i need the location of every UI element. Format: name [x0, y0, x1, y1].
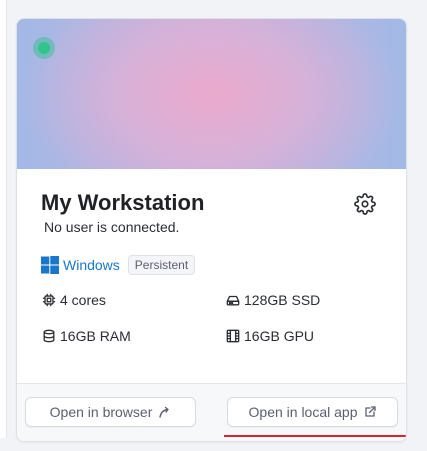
highlight-underline: [224, 435, 406, 437]
arrow-up-right-icon: [159, 406, 170, 418]
spec-ram-label: 16GB RAM: [60, 328, 131, 344]
card-actions-footer: Open in browser Open in local app: [17, 383, 406, 441]
hard-drive-icon: [226, 295, 240, 306]
open-in-browser-label: Open in browser: [49, 404, 153, 420]
open-in-browser-button[interactable]: Open in browser: [25, 397, 196, 427]
os-name-label: Windows: [63, 257, 120, 273]
windows-logo-icon: [41, 256, 59, 274]
external-link-icon: [365, 406, 377, 417]
database-icon: [43, 329, 55, 343]
spec-ram: 16GB RAM: [42, 327, 131, 345]
operating-system-row: Windows Persistent: [41, 254, 196, 276]
connection-status-text: No user is connected.: [44, 219, 180, 235]
spec-cores: 4 cores: [42, 291, 106, 309]
workstation-preview-banner: [17, 19, 406, 169]
gear-icon[interactable]: [354, 193, 376, 215]
persistent-badge: Persistent: [127, 255, 196, 275]
spec-gpu-label: 16GB GPU: [244, 328, 315, 344]
cpu-icon: [42, 293, 56, 307]
spec-storage-label: 128GB SSD: [244, 292, 321, 308]
adjacent-panel-edge: [0, 0, 7, 438]
spec-gpu: 16GB GPU: [226, 327, 314, 345]
gpu-film-icon: [226, 329, 240, 343]
workstation-title: My Workstation: [41, 190, 205, 215]
online-status-indicator: [33, 37, 55, 59]
open-in-local-app-label: Open in local app: [248, 404, 358, 420]
workstation-card: My Workstation No user is connected. Win…: [16, 18, 407, 442]
spec-cores-label: 4 cores: [60, 292, 106, 308]
open-in-local-app-button[interactable]: Open in local app: [227, 397, 398, 427]
spec-storage: 128GB SSD: [226, 291, 320, 309]
